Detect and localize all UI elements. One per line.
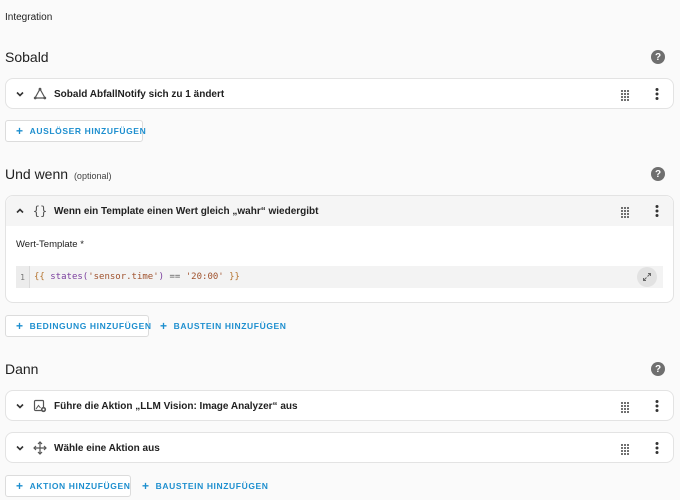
chevron-up-icon[interactable] bbox=[14, 205, 26, 217]
actions-section-title: Dann bbox=[5, 361, 38, 377]
drag-handle-icon[interactable] bbox=[619, 400, 631, 413]
image-analyzer-icon bbox=[32, 398, 48, 414]
triggers-title-text: Sobald bbox=[5, 49, 49, 65]
condition-card-label: Wenn ein Template einen Wert gleich „wah… bbox=[54, 205, 319, 217]
add-action-label: AKTION HINZUFÜGEN bbox=[29, 481, 131, 491]
conditions-optional-text: (optional) bbox=[73, 171, 112, 181]
chevron-down-icon[interactable] bbox=[14, 88, 26, 100]
add-action-button[interactable]: + AKTION HINZUFÜGEN bbox=[5, 475, 131, 497]
add-condition-button[interactable]: + BEDINGUNG HINZUFÜGEN bbox=[5, 315, 152, 337]
trigger-card-header[interactable]: Sobald AbfallNotify sich zu 1 ändert bbox=[6, 79, 673, 109]
chevron-down-icon[interactable] bbox=[14, 442, 26, 454]
template-code-editor[interactable]: 1 {{ states('sensor.time') == '20:00' }} bbox=[16, 266, 663, 288]
add-building-block-button[interactable]: + BAUSTEIN HINZUFÜGEN bbox=[150, 315, 297, 337]
action-card-select-header[interactable]: Wähle eine Aktion aus bbox=[6, 433, 673, 463]
value-template-label: Wert-Template * bbox=[16, 239, 84, 250]
add-action-building-block-button[interactable]: + BAUSTEIN HINZUFÜGEN bbox=[132, 475, 279, 497]
action-card-llm: Führe die Aktion „LLM Vision: Image Anal… bbox=[5, 390, 674, 421]
condition-card-header[interactable]: {} Wenn ein Template einen Wert gleich „… bbox=[6, 196, 673, 226]
actions-help-icon[interactable]: ? bbox=[651, 362, 665, 376]
action-card-llm-header[interactable]: Führe die Aktion „LLM Vision: Image Anal… bbox=[6, 391, 673, 421]
action-card-select: Wähle eine Aktion aus bbox=[5, 432, 674, 463]
plus-icon: + bbox=[16, 124, 24, 138]
kebab-menu-icon[interactable] bbox=[653, 87, 661, 101]
action-card-select-label: Wähle eine Aktion aus bbox=[54, 442, 160, 454]
code-line[interactable]: {{ states('sensor.time') == '20:00' }} bbox=[30, 272, 240, 282]
add-trigger-label: AUSLÖSER HINZUFÜGEN bbox=[29, 126, 147, 136]
add-action-building-block-label: BAUSTEIN HINZUFÜGEN bbox=[155, 481, 269, 491]
trigger-card: Sobald AbfallNotify sich zu 1 ändert bbox=[5, 78, 674, 109]
breadcrumb[interactable]: Integration bbox=[5, 12, 52, 23]
actions-title-text: Dann bbox=[5, 361, 39, 377]
plus-icon: + bbox=[142, 479, 150, 493]
kebab-menu-icon[interactable] bbox=[653, 399, 661, 413]
action-card-llm-label: Führe die Aktion „LLM Vision: Image Anal… bbox=[54, 400, 298, 412]
kebab-menu-icon[interactable] bbox=[653, 441, 661, 455]
drag-handle-icon[interactable] bbox=[619, 205, 631, 218]
add-trigger-button[interactable]: + AUSLÖSER HINZUFÜGEN bbox=[5, 120, 146, 142]
add-condition-label: BEDINGUNG HINZUFÜGEN bbox=[29, 321, 152, 331]
kebab-menu-icon[interactable] bbox=[653, 204, 661, 218]
add-building-block-label: BAUSTEIN HINZUFÜGEN bbox=[173, 321, 287, 331]
condition-card: {} Wenn ein Template einen Wert gleich „… bbox=[5, 195, 674, 303]
conditions-help-icon[interactable]: ? bbox=[651, 167, 665, 181]
conditions-section-title: Und wenn (optional) bbox=[5, 166, 111, 182]
code-line-number: 1 bbox=[16, 266, 30, 288]
drag-handle-icon[interactable] bbox=[619, 88, 631, 101]
plus-icon: + bbox=[160, 319, 168, 333]
conditions-title-text: Und wenn bbox=[5, 166, 69, 182]
chevron-down-icon[interactable] bbox=[14, 400, 26, 412]
triggers-section-title: Sobald bbox=[5, 49, 49, 65]
plus-icon: + bbox=[16, 479, 24, 493]
state-trigger-icon bbox=[32, 86, 48, 102]
expand-icon[interactable] bbox=[637, 267, 657, 287]
arrows-move-icon bbox=[32, 440, 48, 456]
drag-handle-icon[interactable] bbox=[619, 442, 631, 455]
trigger-card-label: Sobald AbfallNotify sich zu 1 ändert bbox=[54, 88, 225, 100]
triggers-help-icon[interactable]: ? bbox=[651, 50, 665, 64]
plus-icon: + bbox=[16, 319, 24, 333]
template-braces-icon: {} bbox=[32, 204, 48, 218]
